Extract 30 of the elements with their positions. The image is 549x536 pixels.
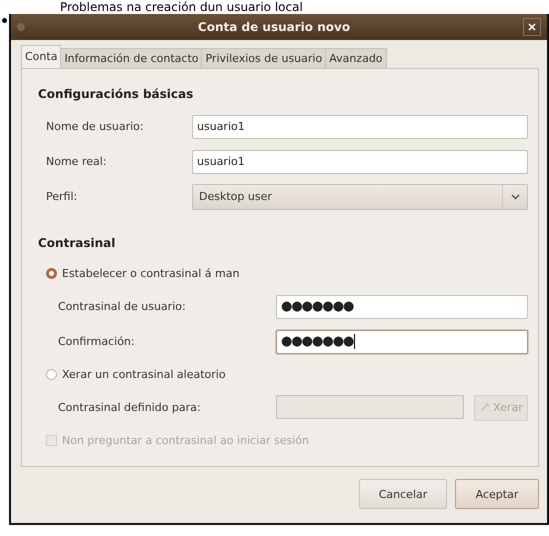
radio-button[interactable] xyxy=(46,268,57,279)
field-label: Perfil: xyxy=(46,190,78,203)
bullet-icon xyxy=(2,18,7,23)
field-label: Nome real: xyxy=(46,155,108,168)
input-field[interactable]: usuario1 xyxy=(192,150,528,174)
tab[interactable]: Información de contacto xyxy=(60,48,202,68)
dialog-button[interactable]: Cancelar xyxy=(359,479,447,509)
radio-label: Xerar un contrasinal aleatorio xyxy=(62,368,226,381)
tab[interactable]: Avanzado xyxy=(325,48,387,68)
tab[interactable]: Privilexios de usuario xyxy=(201,48,326,68)
section-heading: Contrasinal xyxy=(38,236,116,250)
close-icon[interactable] xyxy=(523,18,541,36)
section-heading: Configuracións básicas xyxy=(38,87,194,101)
chevron-down-icon xyxy=(510,194,520,200)
page-caption: Problemas na creación dun usuario local xyxy=(59,0,304,14)
field-label: Nome de usuario: xyxy=(46,120,145,133)
window-title: Conta de usuario novo xyxy=(196,20,352,34)
profile-dropdown[interactable]: Desktop user xyxy=(192,184,528,210)
wand-icon xyxy=(479,402,490,413)
checkbox-label: Non preguntar a contrasinal ao iniciar sesión xyxy=(62,434,309,447)
radio-label: Estabelecer o contrasinal á man xyxy=(62,267,240,280)
input-field[interactable]: usuario1 xyxy=(192,114,528,138)
field-label: Contrasinal de usuario: xyxy=(58,300,187,313)
window-menu-icon[interactable] xyxy=(17,23,25,31)
password-field[interactable]: ●●●●●●● xyxy=(276,330,528,354)
field-label: Confirmación: xyxy=(58,335,136,348)
dialog-button[interactable]: Aceptar xyxy=(455,479,539,509)
field-label: Contrasinal definido para: xyxy=(58,401,202,414)
tab[interactable]: Conta xyxy=(21,45,62,68)
password-field[interactable]: ●●●●●●● xyxy=(276,294,528,318)
